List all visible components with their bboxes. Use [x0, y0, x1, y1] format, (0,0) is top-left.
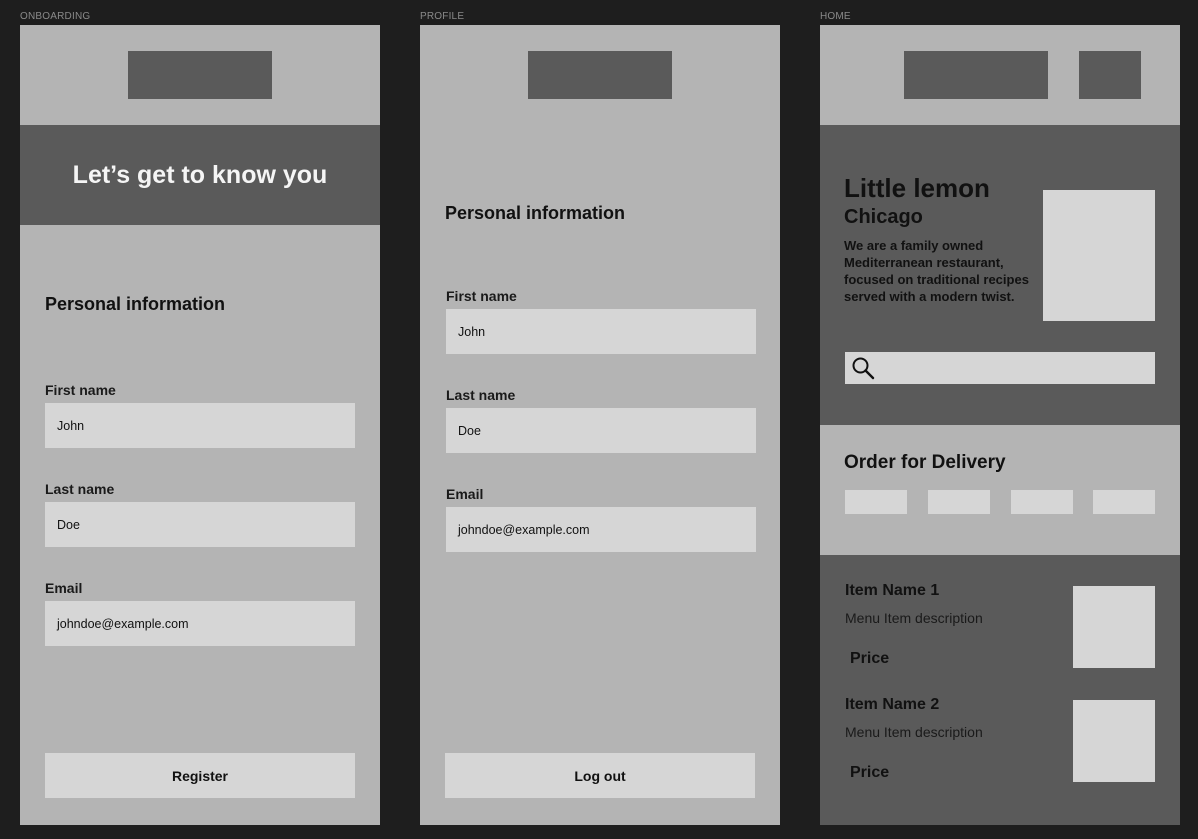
first-name-field[interactable]: John [45, 403, 355, 448]
category-chip[interactable] [928, 490, 990, 514]
email-field[interactable]: johndoe@example.com [45, 601, 355, 646]
onboarding-hero-title: Let’s get to know you [20, 125, 380, 225]
onboarding-frame-label: ONBOARDING [20, 11, 91, 22]
menu-item[interactable]: Item Name 1 Menu Item description Price [820, 555, 1180, 669]
profile-screen: Personal information First name John Las… [420, 25, 780, 825]
last-name-label: Last name [45, 481, 115, 497]
email-label: Email [45, 580, 83, 596]
last-name-field[interactable]: Doe [446, 408, 756, 453]
restaurant-description: We are a family owned Mediterranean rest… [844, 238, 1029, 304]
hero-image-placeholder [1043, 190, 1155, 321]
restaurant-city: Chicago [844, 206, 923, 228]
profile-frame-label: PROFILE [420, 11, 465, 22]
onboarding-screen: Let’s get to know you Personal informati… [20, 25, 380, 825]
logo-placeholder [528, 51, 672, 99]
menu-item-description: Menu Item description [845, 724, 983, 740]
category-chip[interactable] [845, 490, 907, 514]
last-name-label: Last name [446, 387, 516, 403]
menu-item[interactable]: Item Name 2 Menu Item description Price [820, 669, 1180, 783]
menu-item-name: Item Name 1 [845, 582, 940, 599]
email-label: Email [446, 486, 484, 502]
menu-item-image-placeholder [1073, 586, 1155, 668]
restaurant-name: Little lemon [844, 173, 990, 203]
search-icon [851, 356, 875, 380]
category-chip[interactable] [1011, 490, 1073, 514]
profile-avatar-placeholder[interactable] [1079, 51, 1141, 99]
first-name-label: First name [446, 288, 517, 304]
log-out-button[interactable]: Log out [445, 753, 755, 798]
menu-item-description: Menu Item description [845, 610, 983, 626]
logo-placeholder [128, 51, 272, 99]
hero-section: Little lemon Chicago We are a family own… [820, 125, 1180, 425]
personal-information-heading: Personal information [445, 203, 626, 223]
logo-placeholder [904, 51, 1048, 99]
last-name-field[interactable]: Doe [45, 502, 355, 547]
home-frame-label: HOME [820, 11, 851, 22]
order-for-delivery-heading: Order for Delivery [844, 452, 1006, 473]
search-bar[interactable] [845, 352, 1155, 384]
first-name-field[interactable]: John [446, 309, 756, 354]
menu-item-price: Price [850, 764, 890, 781]
menu-item-price: Price [850, 650, 890, 667]
menu-list: Item Name 1 Menu Item description Price … [820, 555, 1180, 825]
menu-item-name: Item Name 2 [845, 696, 940, 713]
category-chip[interactable] [1093, 490, 1155, 514]
email-field[interactable]: johndoe@example.com [446, 507, 756, 552]
menu-item-image-placeholder [1073, 700, 1155, 782]
register-button[interactable]: Register [45, 753, 355, 798]
personal-information-heading: Personal information [45, 294, 226, 314]
first-name-label: First name [45, 382, 116, 398]
home-screen: Little lemon Chicago We are a family own… [820, 25, 1180, 825]
